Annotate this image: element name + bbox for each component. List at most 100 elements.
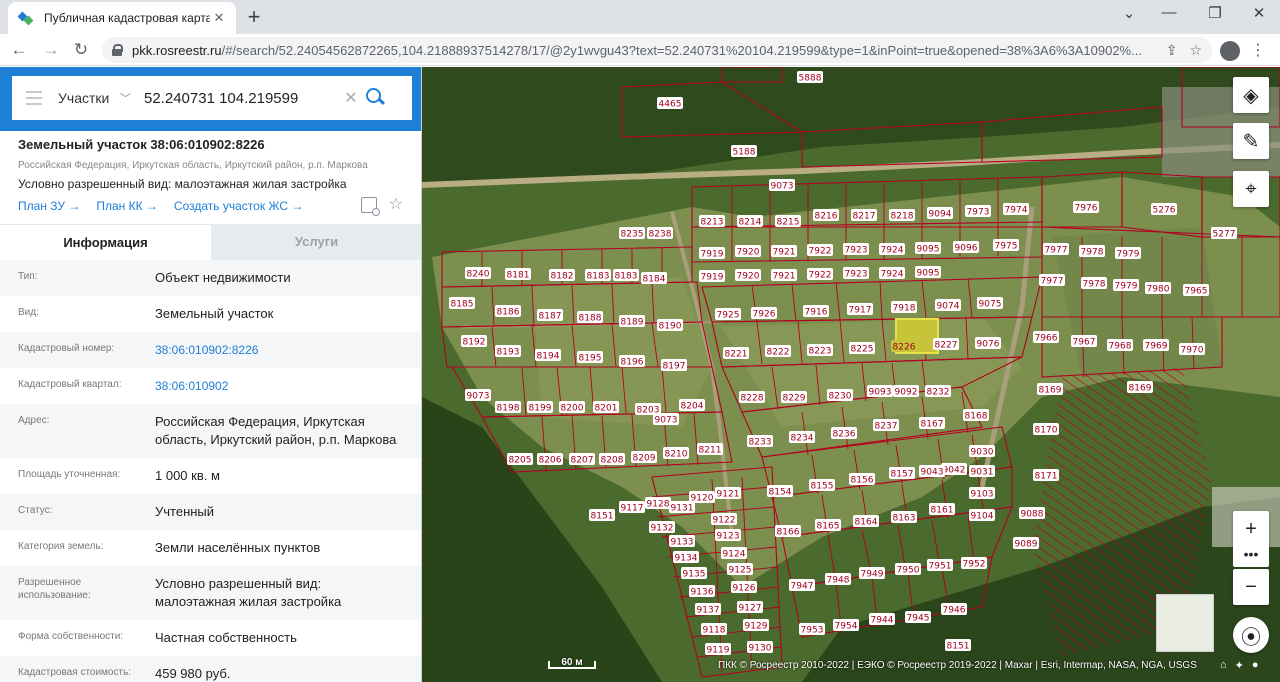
plot-number-label[interactable]: 8209 xyxy=(633,454,656,464)
search-type-select[interactable]: Участки xyxy=(58,90,120,106)
tab-information[interactable]: Информация xyxy=(0,224,211,260)
plot-number-label[interactable]: 9089 xyxy=(1015,540,1038,550)
plot-number-label[interactable]: 7953 xyxy=(801,626,824,636)
plot-number-label[interactable]: 7968 xyxy=(1109,342,1132,352)
plot-number-label[interactable]: 7970 xyxy=(1181,346,1204,356)
plot-number-label[interactable]: 8228 xyxy=(741,394,764,404)
share-icon[interactable]: ⇪ xyxy=(1166,42,1178,59)
plot-number-label[interactable]: 9073 xyxy=(771,182,794,192)
plot-number-label[interactable]: 8187 xyxy=(539,312,562,322)
plot-number-label[interactable]: 9096 xyxy=(955,244,978,254)
plot-number-label[interactable]: 8161 xyxy=(931,506,954,516)
plot-number-label[interactable]: 7974 xyxy=(1005,206,1028,216)
plot-number-label[interactable]: 5277 xyxy=(1213,230,1236,240)
plot-number-label[interactable]: 8165 xyxy=(817,522,840,532)
plot-number-label[interactable]: 8167 xyxy=(921,420,944,430)
plot-number-label[interactable]: 7965 xyxy=(1185,287,1208,297)
plot-number-label[interactable]: 9119 xyxy=(707,646,730,656)
plot-number-label[interactable]: 7921 xyxy=(773,272,796,282)
plot-number-label[interactable]: 8169 xyxy=(1039,386,1062,396)
plot-number-label[interactable]: 9132 xyxy=(651,524,674,534)
minimize-icon[interactable]: — xyxy=(1154,4,1184,21)
plot-number-label[interactable]: 8182 xyxy=(551,272,574,282)
plot-number-label[interactable]: 7954 xyxy=(835,622,858,632)
plot-number-label[interactable]: 8166 xyxy=(777,528,800,538)
plot-number-label[interactable]: 8156 xyxy=(851,476,874,486)
plot-number-label[interactable]: 9092 xyxy=(895,388,918,398)
plot-number-label[interactable]: 8185 xyxy=(451,300,474,310)
plot-number-label[interactable]: 7948 xyxy=(827,576,850,586)
plot-number-label[interactable]: 9136 xyxy=(691,588,714,598)
plot-number-label[interactable]: 8218 xyxy=(891,212,914,222)
plot-number-label[interactable]: 8163 xyxy=(893,514,916,524)
plot-number-label[interactable]: 8195 xyxy=(579,354,602,364)
plot-number-label[interactable]: 7944 xyxy=(871,616,894,626)
plot-number-label[interactable]: 7967 xyxy=(1073,338,1096,348)
plot-number-label[interactable]: 9118 xyxy=(703,626,726,636)
plot-number-label[interactable]: 9124 xyxy=(723,550,746,560)
plot-number-label[interactable]: 9125 xyxy=(729,566,752,576)
minimap[interactable] xyxy=(1156,594,1214,652)
star-icon[interactable]: ☆ xyxy=(1189,42,1202,59)
forward-icon[interactable]: → xyxy=(40,39,62,61)
plot-number-label[interactable]: 8190 xyxy=(659,322,682,332)
plot-number-label[interactable]: 9137 xyxy=(697,606,720,616)
plot-number-label[interactable]: 9031 xyxy=(971,468,994,478)
new-tab-button[interactable]: + xyxy=(244,4,264,30)
browser-tab[interactable]: Публичная кадастровая карта ✕ xyxy=(8,2,236,34)
menu-icon[interactable]: ⋮ xyxy=(1250,40,1266,60)
search-input[interactable] xyxy=(144,89,340,107)
plot-number-label[interactable]: 7916 xyxy=(805,308,828,318)
plot-number-label[interactable]: 8236 xyxy=(833,430,856,440)
plot-number-label[interactable]: 9133 xyxy=(671,538,694,548)
plot-number-label[interactable]: 8230 xyxy=(829,392,852,402)
plot-number-label[interactable]: 8227 xyxy=(935,341,958,351)
plot-number-label[interactable]: 8192 xyxy=(463,338,486,348)
plot-number-label[interactable]: 8210 xyxy=(665,450,688,460)
plot-number-label[interactable]: 7920 xyxy=(737,248,760,258)
layers-icon[interactable]: ◈ xyxy=(1233,77,1269,113)
plot-number-label[interactable]: 8206 xyxy=(539,456,562,466)
plot-number-label[interactable]: 8181 xyxy=(507,271,530,281)
plot-number-label[interactable]: 8169 xyxy=(1129,384,1152,394)
plot-number-label[interactable]: 8183 xyxy=(587,272,610,282)
document-search-icon[interactable] xyxy=(360,197,380,216)
plot-number-label[interactable]: 7966 xyxy=(1035,334,1058,344)
plot-number-label[interactable]: 4465 xyxy=(659,100,682,110)
plot-number-label[interactable]: 8208 xyxy=(601,456,624,466)
plot-number-label[interactable]: 9073 xyxy=(655,416,678,426)
plot-number-label[interactable]: 7979 xyxy=(1115,282,1138,292)
plot-number-label[interactable]: 8216 xyxy=(815,212,838,222)
plot-number-label[interactable]: 7949 xyxy=(861,570,884,580)
plot-number-label[interactable]: 8229 xyxy=(783,394,806,404)
attribute-value[interactable]: 38:06:010902 xyxy=(155,368,404,404)
plan-kk-link[interactable]: План КК → xyxy=(96,199,158,213)
zoom-out-icon[interactable]: − xyxy=(1233,569,1269,605)
attribute-value[interactable]: 38:06:010902:8226 xyxy=(155,332,404,368)
plot-number-label[interactable]: 9134 xyxy=(675,554,698,564)
plot-number-label[interactable]: 7923 xyxy=(845,270,868,280)
plot-number-label[interactable]: 8193 xyxy=(497,348,520,358)
plot-number-label[interactable]: 8171 xyxy=(1035,472,1058,482)
plot-number-label[interactable]: 9129 xyxy=(745,622,768,632)
plot-number-label[interactable]: 8204 xyxy=(681,402,704,412)
plot-number-label[interactable]: 9074 xyxy=(937,302,960,312)
plot-number-label[interactable]: 8155 xyxy=(811,482,834,492)
create-plot-link[interactable]: Создать участок ЖС → xyxy=(174,199,303,213)
more-icon[interactable]: ••• xyxy=(1233,541,1269,567)
locate-icon[interactable]: ⌖ xyxy=(1233,171,1269,207)
plot-number-label[interactable]: 8237 xyxy=(875,422,898,432)
plot-number-label[interactable]: 8232 xyxy=(927,388,950,398)
plot-number-label[interactable]: 9042 xyxy=(943,466,966,476)
plot-number-label[interactable]: 7924 xyxy=(881,270,904,280)
plot-number-label[interactable]: 9030 xyxy=(971,448,994,458)
info-icon[interactable]: ● xyxy=(1252,659,1259,672)
plot-number-label[interactable]: 7950 xyxy=(897,566,920,576)
plot-number-label[interactable]: 9131 xyxy=(671,504,694,514)
close-tab-icon[interactable]: ✕ xyxy=(210,10,228,26)
favorite-star-icon[interactable]: ☆ xyxy=(389,197,403,213)
plot-number-label[interactable]: 8226 xyxy=(893,343,916,353)
plot-number-label[interactable]: 7922 xyxy=(809,247,832,257)
plot-number-label[interactable]: 7973 xyxy=(967,208,990,218)
plot-number-label[interactable]: 9122 xyxy=(713,516,736,526)
